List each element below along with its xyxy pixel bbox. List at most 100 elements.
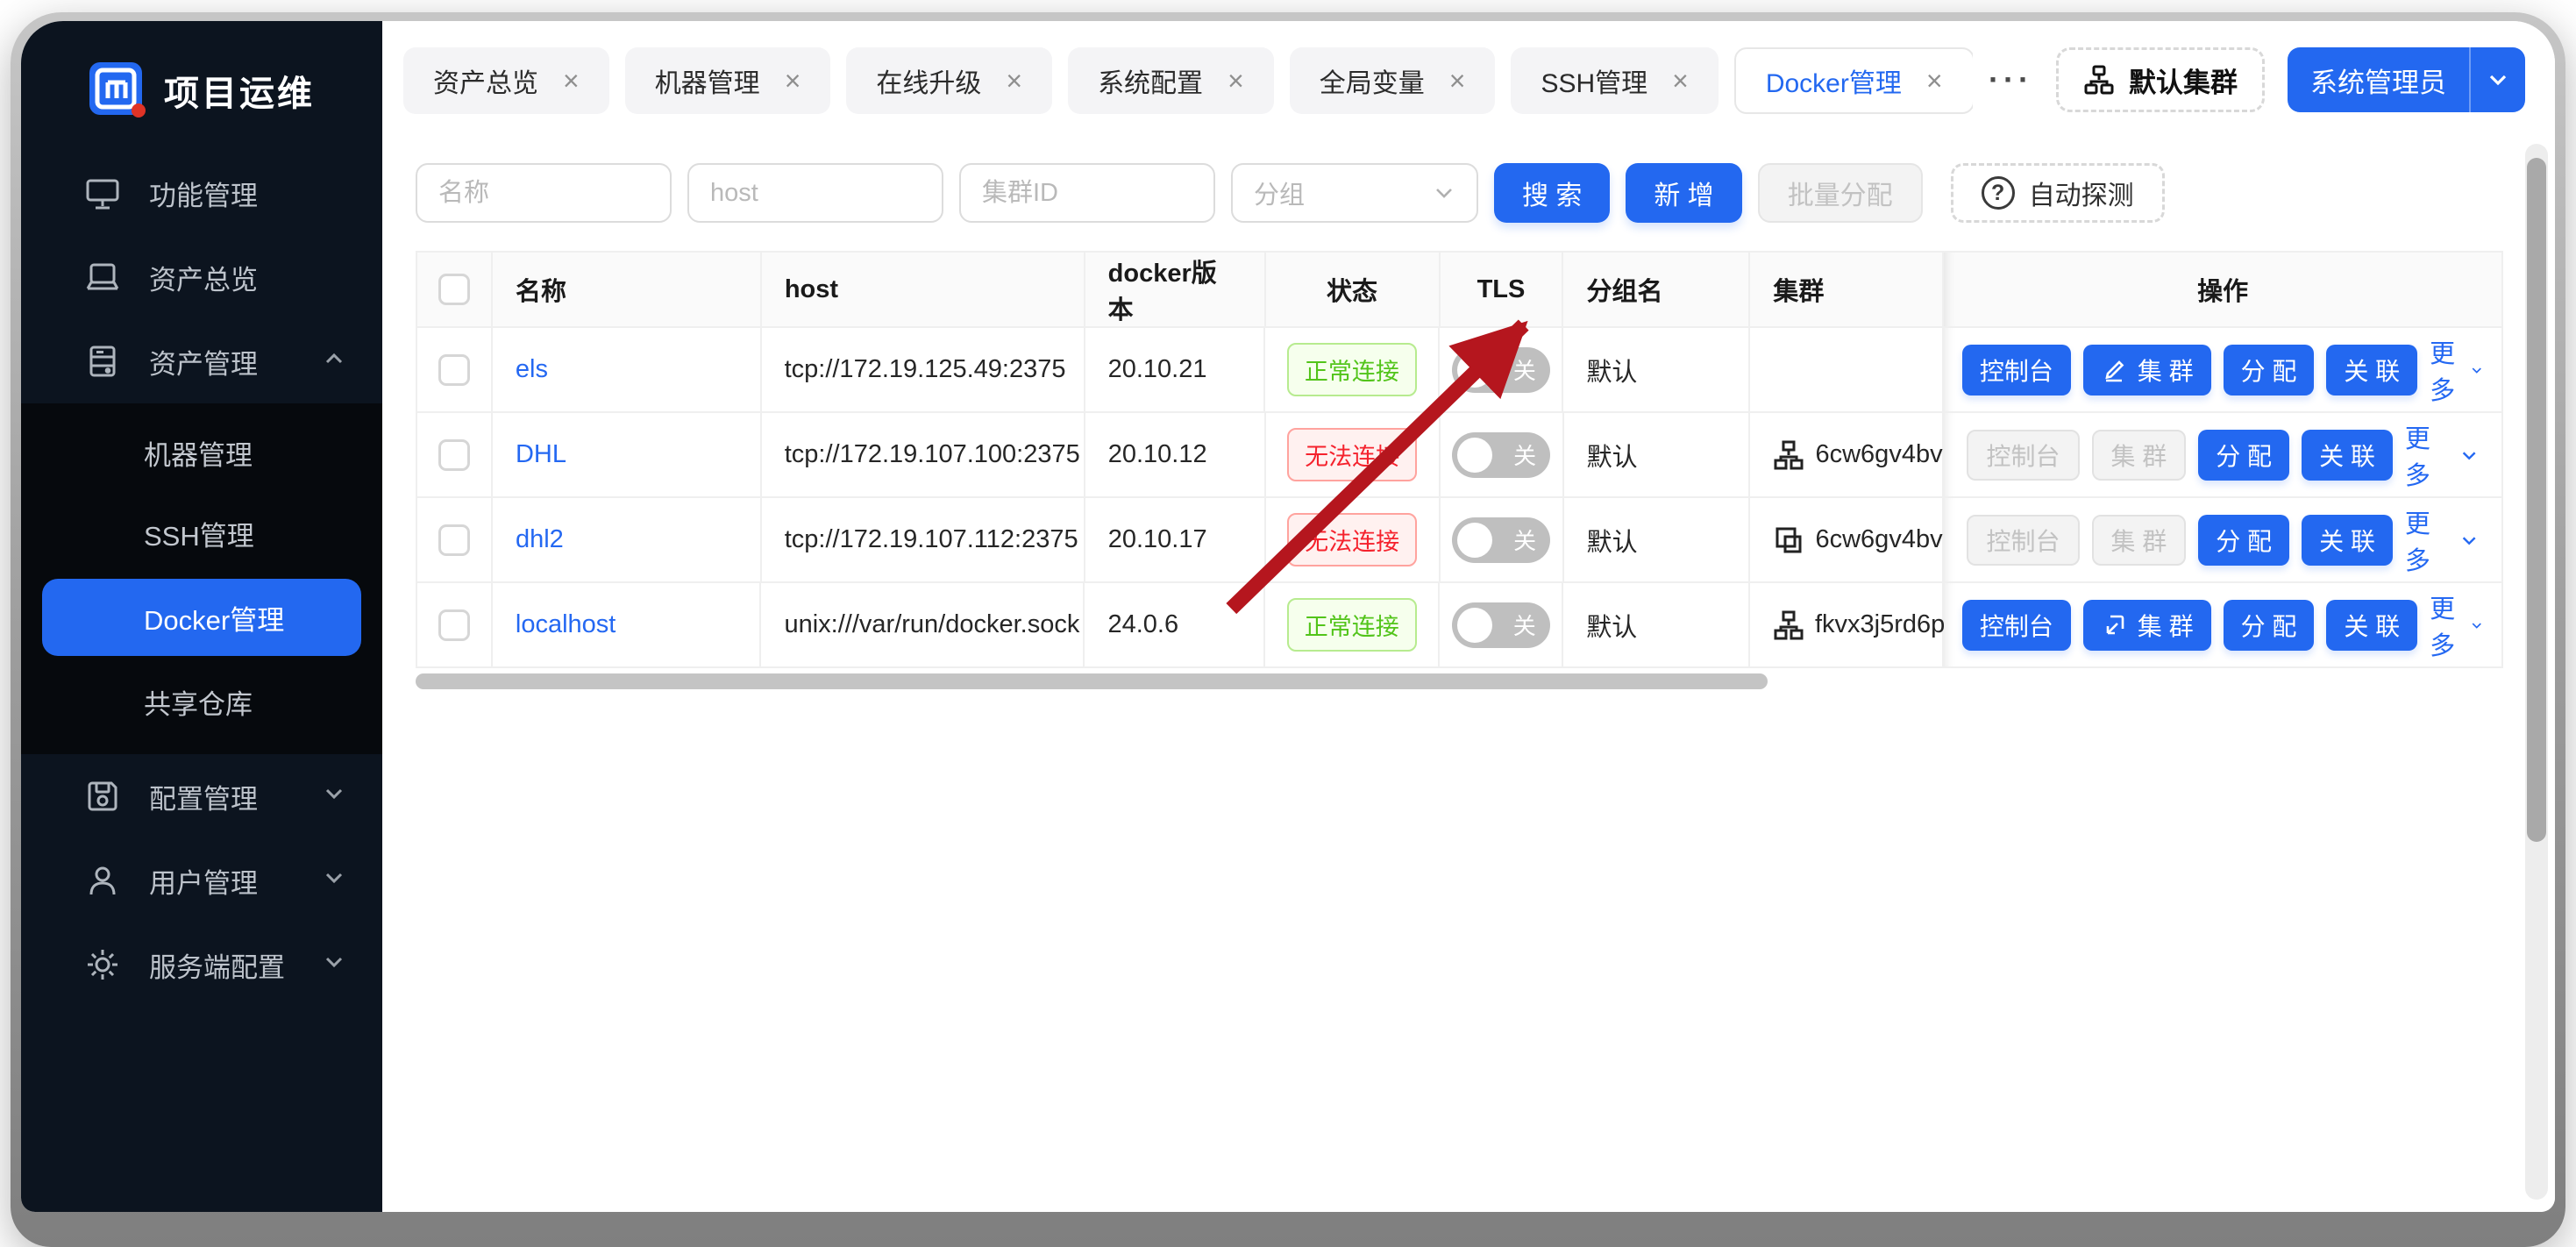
status-badge: 无法连接 (1287, 513, 1417, 566)
close-icon[interactable]: × (785, 67, 801, 95)
search-button[interactable]: 搜 索 (1494, 163, 1610, 223)
row-checkbox[interactable] (438, 439, 470, 471)
toggle-label: 关 (1513, 609, 1536, 641)
topbar-right: ··· 默认集群 系统管理员 (1973, 44, 2525, 116)
docker-name-link[interactable]: els (516, 355, 548, 384)
docker-name-link[interactable]: DHL (516, 440, 566, 469)
more-dropdown[interactable]: 更多 (2405, 418, 2479, 492)
close-icon[interactable]: × (1926, 67, 1943, 95)
asset-mgmt-submenu: 机器管理 SSH管理 Docker管理 共享仓库 (21, 403, 382, 754)
row-checkbox[interactable] (438, 524, 470, 556)
batch-assign-button[interactable]: 批量分配 (1758, 163, 1923, 223)
chevron-down-icon (2470, 360, 2484, 381)
link-button[interactable]: 关 联 (2302, 430, 2393, 481)
console-button[interactable]: 控制台 (1967, 430, 2079, 481)
status-badge: 无法连接 (1287, 428, 1417, 481)
toggle-label: 关 (1513, 524, 1536, 556)
sidebar-item-function-mgmt[interactable]: 功能管理 (21, 151, 382, 235)
toggle-knob (1457, 353, 1492, 388)
vertical-scrollbar-thumb[interactable] (2527, 158, 2546, 842)
chevron-down-icon (2459, 530, 2479, 551)
sidebar-item-asset-overview[interactable]: 资产总览 (21, 235, 382, 319)
sidebar-item-config-mgmt[interactable]: 配置管理 (21, 754, 382, 838)
close-icon[interactable]: × (563, 67, 580, 95)
tab-asset-overview[interactable]: 资产总览× (403, 47, 609, 114)
link-button[interactable]: 关 联 (2326, 600, 2417, 651)
cluster-button-label: 集 群 (2138, 608, 2194, 643)
select-all-checkbox[interactable] (438, 274, 470, 305)
tls-toggle[interactable]: 关 (1452, 517, 1550, 563)
tab-machine-mgmt[interactable]: 机器管理× (625, 47, 831, 114)
more-dropdown[interactable]: 更多 (2405, 503, 2479, 577)
cluster-id-text: 6cw6gv4bv7 (1815, 440, 1956, 469)
sub-item-label: SSH管理 (144, 514, 254, 553)
toggle-knob (1457, 438, 1492, 473)
user-menu-button[interactable]: 系统管理员 (2288, 47, 2525, 112)
chevron-down-icon (1433, 182, 1455, 204)
link-button[interactable]: 关 联 (2326, 345, 2417, 395)
sidebar-item-label: 用户管理 (149, 861, 258, 901)
close-icon[interactable]: × (1006, 67, 1022, 95)
group-filter-select[interactable]: 分组 (1231, 163, 1478, 223)
sidebar-item-label: 资产管理 (149, 342, 258, 381)
tab-overflow-ellipsis[interactable]: ··· (1989, 61, 2033, 98)
cluster-button[interactable]: 集 群 (2083, 600, 2211, 651)
sidebar-item-asset-mgmt[interactable]: 资产管理 (21, 319, 382, 403)
link-button[interactable]: 关 联 (2302, 515, 2393, 566)
gear-icon (84, 946, 121, 983)
console-button[interactable]: 控制台 (1962, 345, 2071, 395)
auto-detect-label: 自动探测 (2029, 174, 2134, 212)
tab-global-vars[interactable]: 全局变量× (1290, 47, 1496, 114)
close-icon[interactable]: × (1449, 67, 1466, 95)
row-checkbox[interactable] (438, 354, 470, 386)
more-dropdown[interactable]: 更多 (2430, 333, 2483, 407)
auto-detect-button[interactable]: ? 自动探测 (1951, 163, 2165, 223)
console-button[interactable]: 控制台 (1962, 600, 2071, 651)
console-button[interactable]: 控制台 (1967, 515, 2079, 566)
version-cell: 20.10.17 (1085, 498, 1266, 583)
docker-name-link[interactable]: dhl2 (516, 525, 564, 554)
row-checkbox[interactable] (438, 609, 470, 641)
tab-ssh-mgmt[interactable]: SSH管理 × (1511, 47, 1718, 114)
horizontal-scrollbar-thumb[interactable] (416, 673, 1768, 689)
header-host: host (762, 253, 1085, 328)
cluster-button[interactable]: 集 群 (2092, 430, 2187, 481)
sub-item-label: Docker管理 (144, 598, 284, 638)
docker-name-link[interactable]: localhost (516, 610, 616, 639)
sidebar-item-ssh-mgmt[interactable]: SSH管理 (21, 493, 382, 574)
chevron-down-icon (2459, 445, 2479, 466)
cluster-id-filter-input[interactable] (959, 163, 1215, 223)
sub-item-label: 机器管理 (144, 433, 253, 473)
version-cell: 24.0.6 (1085, 583, 1265, 668)
assign-button[interactable]: 分 配 (2224, 345, 2315, 395)
close-icon[interactable]: × (1672, 67, 1689, 95)
header-name: 名称 (493, 253, 762, 328)
tab-label: SSH管理 (1541, 61, 1647, 100)
monitor-icon (84, 175, 121, 211)
group-select-placeholder: 分组 (1254, 175, 1305, 211)
cluster-button[interactable]: 集 群 (2083, 345, 2211, 395)
assign-button[interactable]: 分 配 (2198, 515, 2289, 566)
assign-button[interactable]: 分 配 (2224, 600, 2315, 651)
more-dropdown[interactable]: 更多 (2430, 588, 2483, 662)
sidebar-item-machine-mgmt[interactable]: 机器管理 (21, 412, 382, 493)
tab-docker-mgmt[interactable]: Docker管理× (1734, 47, 1975, 114)
sidebar-item-server-config[interactable]: 服务端配置 (21, 923, 382, 1007)
tab-online-upgrade[interactable]: 在线升级× (846, 47, 1052, 114)
sidebar-item-user-mgmt[interactable]: 用户管理 (21, 838, 382, 923)
tls-toggle[interactable]: 关 (1452, 347, 1550, 393)
table-row: DHL tcp://172.19.107.100:2375 20.10.12 无… (417, 413, 2503, 498)
tab-system-config[interactable]: 系统配置× (1068, 47, 1274, 114)
add-button[interactable]: 新 增 (1626, 163, 1741, 223)
more-label: 更多 (2405, 503, 2452, 577)
name-filter-input[interactable] (416, 163, 672, 223)
default-cluster-button[interactable]: 默认集群 (2056, 47, 2265, 112)
assign-button[interactable]: 分 配 (2198, 430, 2289, 481)
sidebar-item-docker-mgmt[interactable]: Docker管理 (42, 579, 361, 656)
host-filter-input[interactable] (687, 163, 943, 223)
sidebar-item-shared-repo[interactable]: 共享仓库 (21, 661, 382, 742)
tls-toggle[interactable]: 关 (1452, 432, 1550, 478)
close-icon[interactable]: × (1228, 67, 1244, 95)
tls-toggle[interactable]: 关 (1452, 602, 1550, 648)
cluster-button[interactable]: 集 群 (2092, 515, 2187, 566)
